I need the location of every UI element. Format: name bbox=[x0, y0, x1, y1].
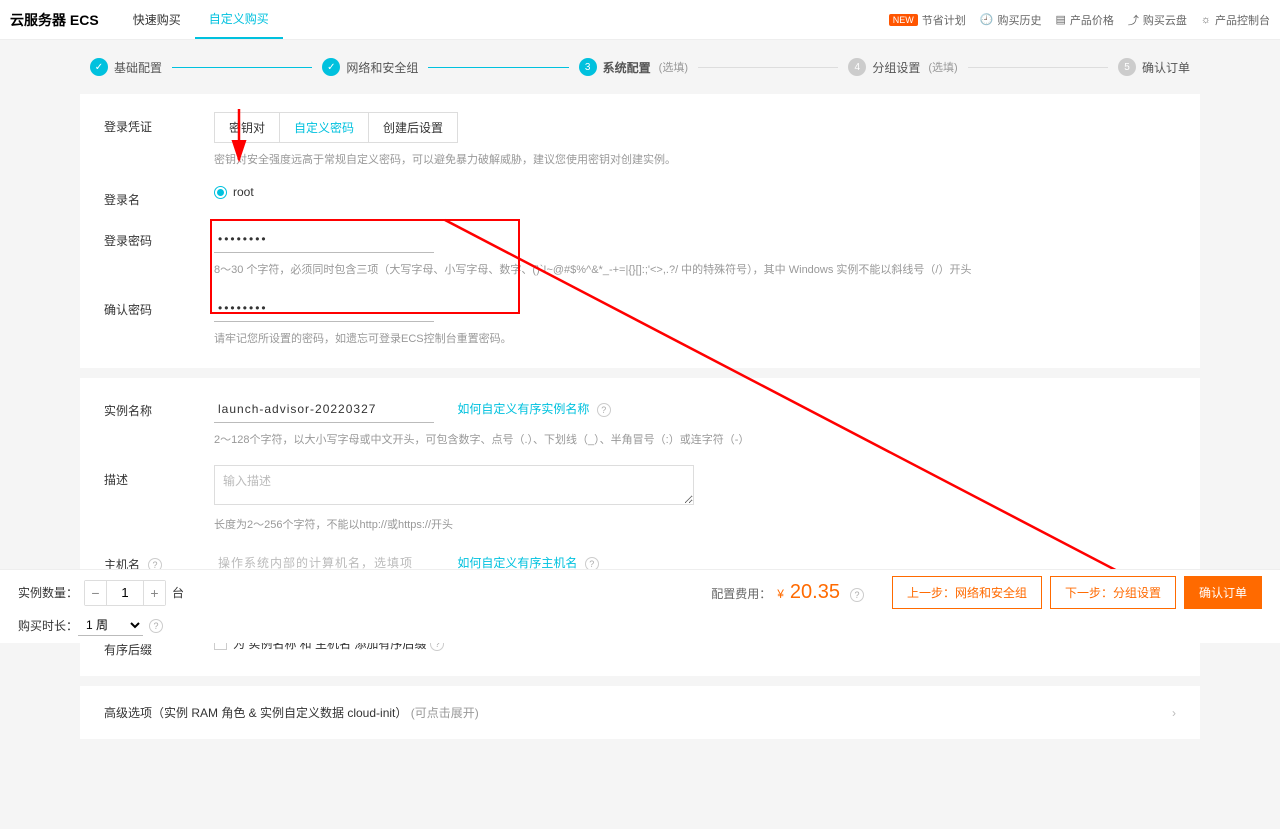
password-input[interactable] bbox=[214, 226, 434, 253]
login-name-label: 登录名 bbox=[104, 185, 214, 208]
duration-label: 购买时长： bbox=[18, 617, 78, 634]
saving-plan-link[interactable]: NEW 节省计划 bbox=[889, 12, 966, 28]
qty-unit: 台 bbox=[172, 584, 184, 601]
opt-keypair[interactable]: 密钥对 bbox=[215, 113, 280, 142]
cost-display: 配置费用： ¥ 20.35 ? bbox=[711, 581, 864, 604]
clock-icon: 🕘 bbox=[980, 13, 994, 26]
next-step-button[interactable]: 下一步：分组设置 bbox=[1050, 576, 1176, 609]
qty-increase-button[interactable]: + bbox=[143, 581, 165, 605]
tab-quick-buy[interactable]: 快速购买 bbox=[119, 0, 195, 39]
console-icon: ☼ bbox=[1201, 14, 1211, 26]
page-body: ✓ 基础配置 ✓ 网络和安全组 3 系统配置 (选填) 4 分组设置 (选填) … bbox=[0, 40, 1280, 829]
opt-after-create[interactable]: 创建后设置 bbox=[369, 113, 457, 142]
footer-bar: 实例数量： − + 台 配置费用： ¥ 20.35 ? 上一步：网络和安全组 下… bbox=[0, 569, 1280, 643]
check-icon: ✓ bbox=[322, 58, 340, 76]
confirm-order-button[interactable]: 确认订单 bbox=[1184, 576, 1262, 609]
console-link[interactable]: ☼ 产品控制台 bbox=[1201, 12, 1270, 28]
step-network[interactable]: ✓ 网络和安全组 bbox=[322, 58, 418, 76]
password-label: 登录密码 bbox=[104, 226, 214, 249]
instance-name-help-link[interactable]: 如何自定义有序实例名称 bbox=[457, 402, 589, 416]
hostname-help-link[interactable]: 如何自定义有序主机名 bbox=[457, 556, 577, 570]
advanced-options-card[interactable]: 高级选项（实例 RAM 角色 & 实例自定义数据 cloud-init） (可点… bbox=[80, 686, 1200, 739]
instance-name-input[interactable] bbox=[214, 396, 434, 423]
login-cred-label: 登录凭证 bbox=[104, 112, 214, 135]
disk-icon: ⤴ bbox=[1128, 12, 1139, 28]
price-link[interactable]: ▤ 产品价格 bbox=[1056, 12, 1114, 28]
opt-custom-password[interactable]: 自定义密码 bbox=[280, 113, 369, 142]
step-group[interactable]: 4 分组设置 (选填) bbox=[848, 58, 957, 76]
confirm-password-hint: 请牢记您所设置的密码，如遗忘可登录ECS控制台重置密码。 bbox=[214, 330, 1176, 346]
advanced-hint: (可点击展开) bbox=[411, 706, 479, 720]
product-title: 云服务器 ECS bbox=[10, 10, 99, 30]
price-tag-icon: ▤ bbox=[1056, 13, 1066, 26]
qty-label: 实例数量： bbox=[18, 584, 78, 601]
header-right: NEW 节省计划 🕘 购买历史 ▤ 产品价格 ⤴ 购买云盘 ☼ 产品控制台 bbox=[889, 12, 1270, 28]
disk-link[interactable]: ⤴ 购买云盘 bbox=[1128, 12, 1187, 28]
qty-value-input[interactable] bbox=[107, 581, 143, 605]
history-link[interactable]: 🕘 购买历史 bbox=[980, 12, 1042, 28]
prev-step-button[interactable]: 上一步：网络和安全组 bbox=[892, 576, 1042, 609]
qty-stepper: − + bbox=[84, 580, 166, 606]
chevron-right-icon: › bbox=[1172, 706, 1176, 720]
credential-hint: 密钥对安全强度远高于常规自定义密码，可以避免暴力破解威胁，建议您使用密钥对创建实… bbox=[214, 151, 1176, 167]
purchase-mode-tabs: 快速购买 自定义购买 bbox=[119, 0, 283, 39]
new-badge: NEW bbox=[889, 14, 918, 26]
help-icon[interactable]: ? bbox=[149, 619, 163, 633]
login-card: 登录凭证 密钥对 自定义密码 创建后设置 密钥对安全强度远高于常规自定义密码，可… bbox=[80, 94, 1200, 368]
top-header: 云服务器 ECS 快速购买 自定义购买 NEW 节省计划 🕘 购买历史 ▤ 产品… bbox=[0, 0, 1280, 40]
radio-checked-icon bbox=[214, 186, 227, 199]
credential-type-segment: 密钥对 自定义密码 创建后设置 bbox=[214, 112, 458, 143]
help-icon[interactable]: ? bbox=[597, 403, 611, 417]
advanced-title: 高级选项（实例 RAM 角色 & 实例自定义数据 cloud-init） bbox=[104, 706, 407, 720]
step-system[interactable]: 3 系统配置 (选填) bbox=[579, 58, 688, 76]
password-rule: 8～30 个字符，必须同时包含三项（大写字母、小写字母、数字、()`!~@#$%… bbox=[214, 261, 1176, 277]
login-name-root[interactable]: root bbox=[214, 185, 1176, 199]
wizard-steps: ✓ 基础配置 ✓ 网络和安全组 3 系统配置 (选填) 4 分组设置 (选填) … bbox=[90, 50, 1190, 84]
step-confirm[interactable]: 5 确认订单 bbox=[1118, 58, 1190, 76]
step-basic[interactable]: ✓ 基础配置 bbox=[90, 58, 162, 76]
description-rule: 长度为2～256个字符，不能以http://或https://开头 bbox=[214, 516, 1176, 532]
instance-name-label: 实例名称 bbox=[104, 396, 214, 419]
description-textarea[interactable] bbox=[214, 465, 694, 505]
instance-name-rule: 2～128个字符，以大小写字母或中文开头，可包含数字、点号（.）、下划线（_）、… bbox=[214, 431, 1176, 447]
tab-custom-buy[interactable]: 自定义购买 bbox=[195, 0, 283, 39]
description-label: 描述 bbox=[104, 465, 214, 488]
qty-decrease-button[interactable]: − bbox=[85, 581, 107, 605]
duration-select[interactable]: 1 周 bbox=[78, 615, 143, 636]
check-icon: ✓ bbox=[90, 58, 108, 76]
confirm-password-label: 确认密码 bbox=[104, 295, 214, 318]
confirm-password-input[interactable] bbox=[214, 295, 434, 322]
help-icon[interactable]: ? bbox=[850, 588, 864, 602]
